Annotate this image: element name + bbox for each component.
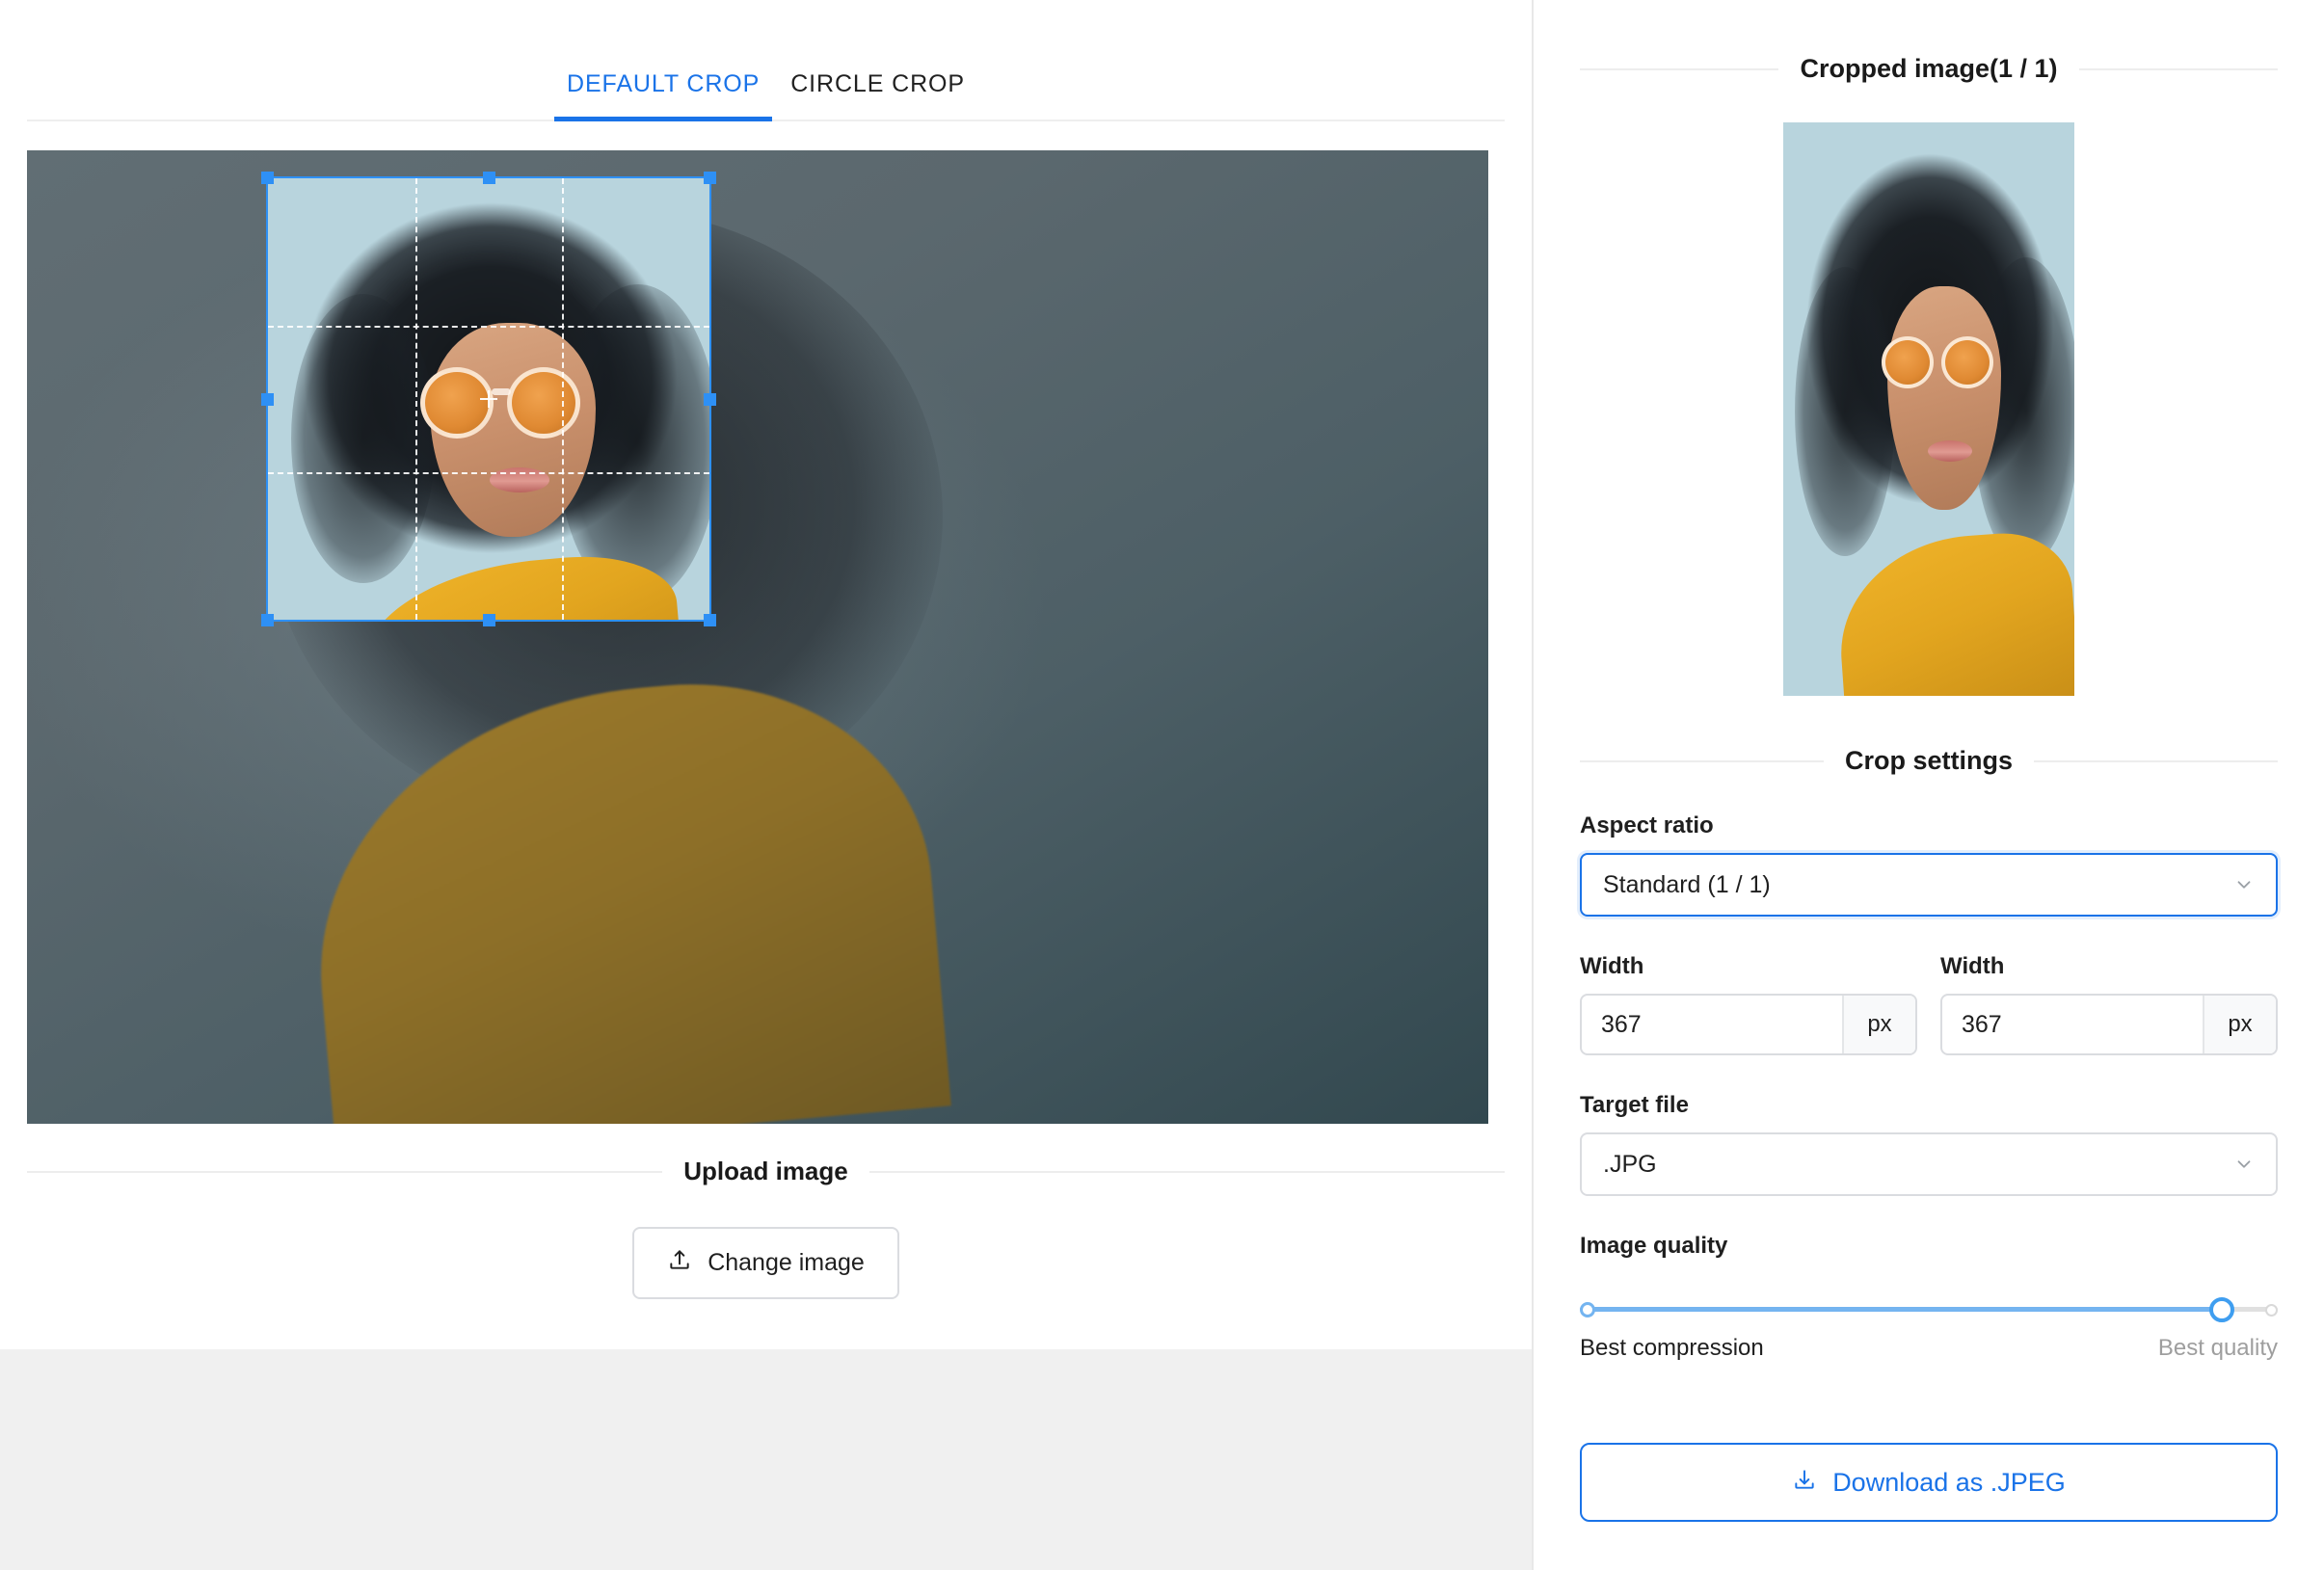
width-2-unit: px	[2203, 996, 2276, 1053]
tabs-container: DEFAULT CROP CIRCLE CROP	[0, 0, 1532, 121]
cropped-image-preview	[1783, 122, 2074, 696]
upload-section-header: Upload image	[27, 1157, 1506, 1186]
cropped-image-title: Cropped image(1 / 1)	[1800, 54, 2058, 83]
download-button-label: Download as .JPEG	[1832, 1467, 2066, 1497]
chevron-down-icon	[2233, 1154, 2255, 1175]
download-button[interactable]: Download as .JPEG	[1580, 1443, 2278, 1522]
tab-circle-crop[interactable]: CIRCLE CROP	[775, 70, 980, 120]
slider-min-label: Best compression	[1580, 1335, 1764, 1361]
width-2-input[interactable]	[1942, 996, 2203, 1053]
slider-start-dot	[1580, 1302, 1595, 1317]
chevron-down-icon	[2233, 874, 2255, 895]
dimensions-row: Width px Width px	[1580, 917, 2278, 1055]
slider-thumb[interactable]	[2209, 1297, 2235, 1322]
divider-right	[868, 1170, 1506, 1173]
crop-handle-northwest[interactable]	[261, 172, 274, 184]
crop-handle-northeast[interactable]	[704, 172, 716, 184]
cropped-preview-wrap	[1580, 122, 2278, 696]
divider-right	[2078, 67, 2279, 70]
crop-handle-east[interactable]	[704, 393, 716, 406]
image-quality-label: Image quality	[1580, 1233, 1728, 1259]
crop-settings-title: Crop settings	[1845, 746, 2014, 775]
left-panel: DEFAULT CROP CIRCLE CROP Upload image Ch…	[0, 0, 1532, 1349]
cropper-stage[interactable]	[27, 150, 1488, 1124]
tab-default-crop[interactable]: DEFAULT CROP	[551, 70, 775, 121]
width-2-label: Width	[1940, 953, 2005, 979]
crop-handle-south[interactable]	[483, 614, 495, 626]
crop-settings-header: Crop settings	[1580, 746, 2279, 776]
width-2-input-group[interactable]: px	[1940, 994, 2278, 1055]
right-panel: Cropped image(1 / 1) Crop settings Aspec…	[1532, 0, 2324, 1570]
width-1-unit: px	[1842, 996, 1915, 1053]
aspect-ratio-label: Aspect ratio	[1580, 812, 1714, 838]
crop-handle-southwest[interactable]	[261, 614, 274, 626]
width-1-input-group[interactable]: px	[1580, 994, 1917, 1055]
change-image-button-wrap: Change image	[27, 1227, 1505, 1299]
crop-handle-west[interactable]	[261, 393, 274, 406]
width-1-label: Width	[1580, 953, 1644, 979]
slider-track-fill	[1580, 1307, 2223, 1312]
upload-section: Upload image Change image	[27, 1157, 1506, 1299]
target-file-label: Target file	[1580, 1092, 1689, 1118]
change-image-button[interactable]: Change image	[632, 1227, 899, 1299]
image-cropper-app: DEFAULT CROP CIRCLE CROP Upload image Ch…	[0, 0, 2324, 1570]
aspect-ratio-value: Standard (1 / 1)	[1603, 870, 1771, 898]
width-field-1-group: Width px	[1580, 917, 1917, 1055]
divider-left	[1580, 759, 1824, 762]
crop-selection-preview	[268, 178, 709, 620]
width-field-2-group: Width px	[1940, 917, 2278, 1055]
crop-selection-box[interactable]	[261, 172, 716, 626]
crop-mode-tabs: DEFAULT CROP CIRCLE CROP	[27, 0, 1505, 121]
slider-end-dot[interactable]	[2265, 1304, 2278, 1317]
width-1-input[interactable]	[1582, 996, 1842, 1053]
target-file-value: .JPG	[1603, 1150, 1657, 1178]
crop-handle-north[interactable]	[483, 172, 495, 184]
slider-labels: Best compression Best quality	[1580, 1335, 2278, 1362]
upload-icon	[667, 1247, 692, 1279]
aspect-ratio-select[interactable]: Standard (1 / 1)	[1580, 853, 2278, 917]
target-file-select[interactable]: .JPG	[1580, 1132, 2278, 1196]
crop-handle-southeast[interactable]	[704, 614, 716, 626]
source-image-area[interactable]	[27, 150, 1488, 1124]
download-icon	[1792, 1467, 1817, 1499]
cropped-image-header: Cropped image(1 / 1)	[1580, 54, 2279, 84]
image-quality-slider[interactable]	[1580, 1292, 2278, 1325]
source-image	[27, 150, 1488, 1124]
divider-left	[1580, 67, 1779, 70]
change-image-label: Change image	[708, 1249, 865, 1276]
divider-right	[2034, 759, 2279, 762]
upload-section-title: Upload image	[683, 1157, 848, 1185]
divider-left	[27, 1170, 663, 1173]
slider-max-label: Best quality	[2157, 1335, 2278, 1361]
